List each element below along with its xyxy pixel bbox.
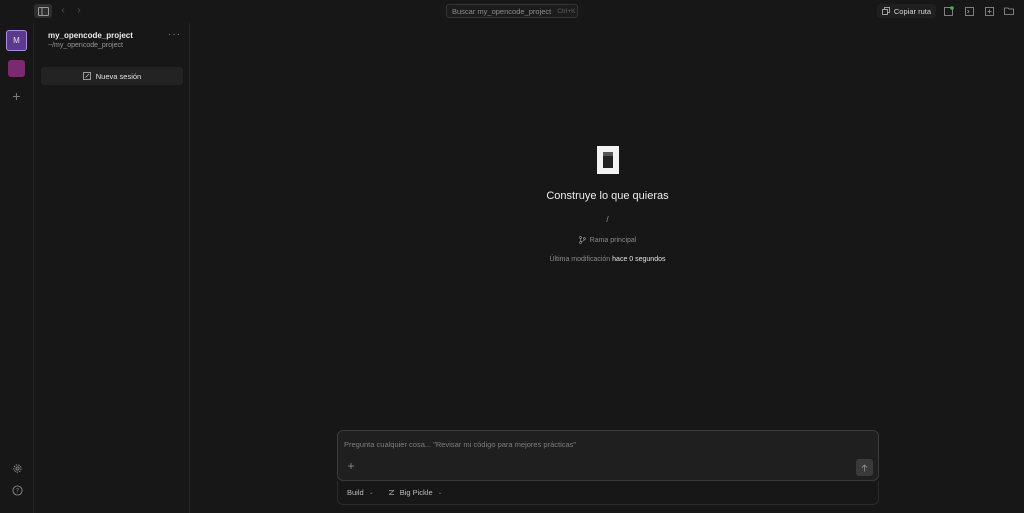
search-placeholder: Buscar my_opencode_project bbox=[452, 6, 552, 16]
add-project-button[interactable]: + bbox=[8, 87, 25, 104]
chevron-down-icon: ⌄ bbox=[437, 490, 443, 496]
copy-icon bbox=[881, 7, 890, 15]
send-button[interactable] bbox=[856, 459, 873, 476]
help-button[interactable]: ? bbox=[9, 482, 25, 498]
model-select[interactable]: Big Pickle ⌄ bbox=[388, 488, 443, 497]
plus-icon: + bbox=[347, 459, 355, 473]
main-panel: Construye lo que quieras / Rama principa… bbox=[191, 23, 1024, 513]
project-initial: M bbox=[13, 36, 20, 45]
gear-icon bbox=[12, 463, 22, 473]
branch-info: Rama principal bbox=[191, 236, 1024, 244]
panel-badge-icon bbox=[944, 6, 954, 16]
prompt-composer: + bbox=[337, 430, 879, 481]
model-icon bbox=[388, 490, 394, 495]
window-nav: ‹ › bbox=[34, 4, 84, 18]
terminal-button[interactable] bbox=[962, 4, 976, 18]
svg-text:?: ? bbox=[15, 487, 18, 494]
app-logo bbox=[597, 146, 619, 174]
copy-path-button[interactable]: Copiar ruta bbox=[876, 4, 936, 18]
new-session-button[interactable]: Nueva sesión bbox=[41, 67, 183, 85]
new-window-button[interactable] bbox=[982, 4, 996, 18]
prompt-input[interactable] bbox=[344, 437, 864, 451]
project-path: ~/my_opencode_project bbox=[48, 42, 123, 49]
working-directory: / bbox=[606, 215, 609, 224]
composer-footer: Build ⌄ Big Pickle ⌄ bbox=[337, 481, 879, 505]
copy-path-label: Copiar ruta bbox=[893, 6, 931, 16]
review-panel-button[interactable] bbox=[942, 4, 956, 18]
git-branch-icon bbox=[578, 236, 586, 244]
project-options-button[interactable]: ··· bbox=[168, 29, 181, 40]
last-modified-value: hace 0 segundos bbox=[612, 256, 666, 263]
toggle-sidebar-button[interactable] bbox=[34, 4, 52, 18]
project-avatar-secondary[interactable] bbox=[8, 60, 25, 77]
chevron-down-icon: ⌄ bbox=[368, 490, 374, 496]
topbar-actions: Copiar ruta bbox=[876, 4, 1016, 18]
empty-state-title: Construye lo que quieras bbox=[546, 190, 669, 202]
agent-label: Build bbox=[347, 488, 364, 497]
open-folder-button[interactable] bbox=[1002, 4, 1016, 18]
window-icon bbox=[984, 6, 994, 16]
sidebar-icon bbox=[37, 6, 49, 16]
terminal-icon bbox=[964, 6, 974, 16]
plus-icon: + bbox=[12, 87, 21, 104]
help-icon: ? bbox=[11, 484, 23, 496]
sessions-sidebar: my_opencode_project ~/my_opencode_projec… bbox=[35, 23, 190, 513]
ellipsis-icon: ··· bbox=[168, 29, 181, 40]
project-avatar-active[interactable]: M bbox=[6, 30, 27, 51]
last-modified: Última modificación hace 0 segundos bbox=[191, 256, 1024, 263]
agent-select[interactable]: Build ⌄ bbox=[347, 488, 374, 497]
project-rail: M + ? bbox=[0, 23, 34, 513]
branch-label: Rama principal bbox=[589, 236, 637, 244]
new-session-label: Nueva sesión bbox=[95, 71, 142, 81]
project-name: my_opencode_project bbox=[48, 31, 133, 40]
forward-arrow-icon[interactable]: › bbox=[74, 4, 84, 18]
logo-mark bbox=[603, 152, 613, 168]
attach-button[interactable]: + bbox=[345, 460, 357, 472]
arrow-up-icon bbox=[861, 463, 868, 471]
search-shortcut: Ctrl+K bbox=[557, 7, 576, 15]
last-modified-prefix: Última modificación bbox=[549, 256, 611, 263]
settings-button[interactable] bbox=[9, 460, 25, 476]
back-arrow-icon[interactable]: ‹ bbox=[58, 4, 68, 18]
edit-icon bbox=[82, 72, 91, 80]
model-label: Big Pickle bbox=[399, 488, 433, 497]
top-bar: ‹ › Buscar my_opencode_project Ctrl+K Co… bbox=[0, 0, 1024, 23]
folder-icon bbox=[1004, 7, 1014, 15]
search-input[interactable]: Buscar my_opencode_project Ctrl+K bbox=[446, 4, 578, 18]
